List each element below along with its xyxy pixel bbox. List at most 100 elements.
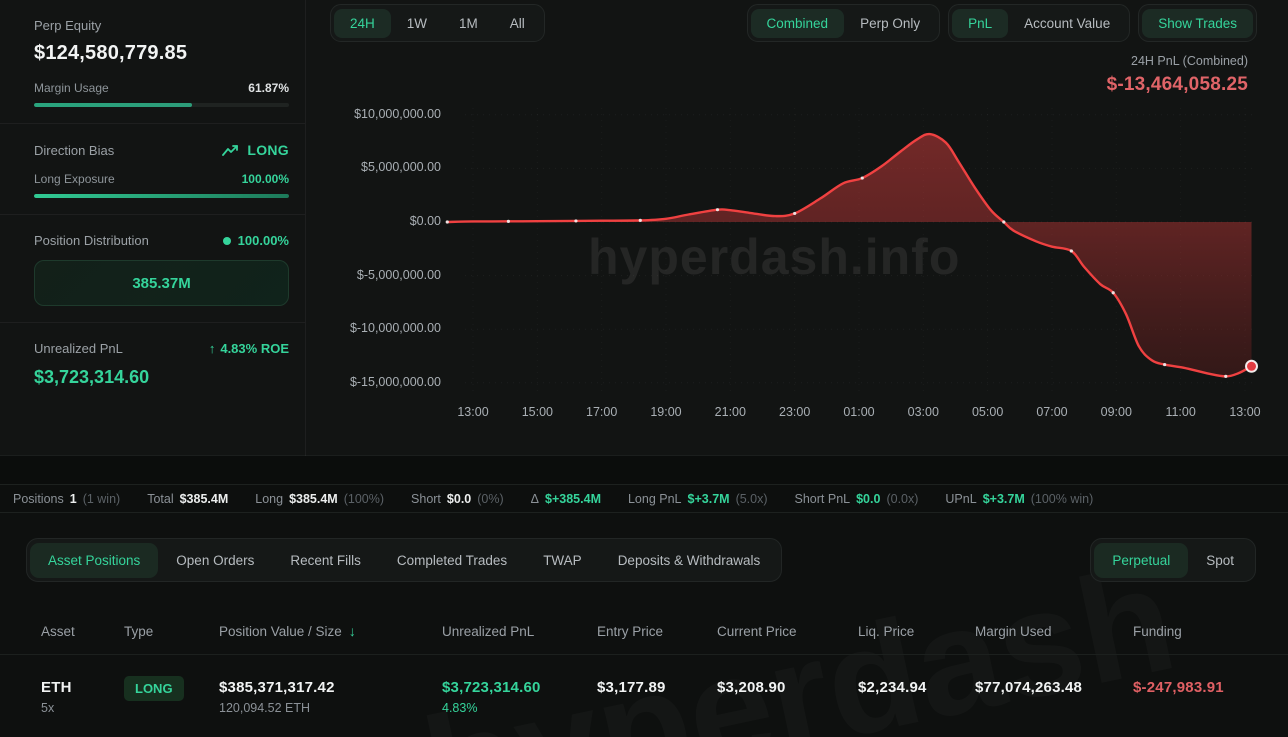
funding-value: $-247,983.91 bbox=[1133, 679, 1288, 696]
tab-completed-trades[interactable]: Completed Trades bbox=[379, 543, 525, 578]
asset-positions-table: Asset Type Position Value / Size ↓ Unrea… bbox=[0, 608, 1288, 737]
margin-usage-label: Margin Usage bbox=[34, 81, 109, 95]
y-axis-label: $-10,000,000.00 bbox=[341, 321, 441, 335]
position-distribution-box[interactable]: 385.37M bbox=[34, 260, 289, 306]
mode-tab-perp-only[interactable]: Perp Only bbox=[844, 9, 936, 38]
tab-recent-fills[interactable]: Recent Fills bbox=[272, 543, 379, 578]
perp-equity-value: $124,580,779.85 bbox=[34, 42, 289, 65]
col-funding: Funding bbox=[1133, 624, 1288, 639]
y-axis-label: $-5,000,000.00 bbox=[341, 268, 441, 282]
cell-position-value: $385,371,317.42 120,094.52 ETH bbox=[219, 655, 442, 737]
x-axis-label: 03:00 bbox=[893, 405, 953, 419]
col-type: Type bbox=[124, 624, 219, 639]
row-unrealized-pnl-pct: 4.83% bbox=[442, 701, 597, 715]
time-range-group: 24H 1W 1M All bbox=[330, 4, 545, 42]
cell-margin-used: $77,074,263.48 bbox=[975, 655, 1133, 737]
metric-tab-pnl[interactable]: PnL bbox=[952, 9, 1008, 38]
positions-tabs-row: Asset Positions Open Orders Recent Fills… bbox=[26, 538, 1256, 582]
x-axis-label: 17:00 bbox=[572, 405, 632, 419]
positions-panel: hyperdash Asset Positions Open Orders Re… bbox=[0, 513, 1288, 737]
positions-tabs-group: Asset Positions Open Orders Recent Fills… bbox=[26, 538, 782, 582]
perp-equity-section: Perp Equity $124,580,779.85 Margin Usage… bbox=[0, 0, 305, 124]
direction-bias-section: Direction Bias LONG Long Exposure 100.00… bbox=[0, 124, 305, 215]
position-value: $385,371,317.42 bbox=[219, 679, 442, 696]
sort-desc-icon[interactable]: ↓ bbox=[349, 623, 356, 639]
cell-unrealized-pnl: $3,723,314.60 4.83% bbox=[442, 655, 597, 737]
roe-up-arrow-icon: ↑ bbox=[209, 341, 216, 356]
margin-usage-bar bbox=[34, 103, 289, 107]
distribution-dot-icon bbox=[223, 237, 231, 245]
position-distribution-amount: 385.37M bbox=[132, 275, 190, 292]
tab-deposits-withdrawals[interactable]: Deposits & Withdrawals bbox=[600, 543, 779, 578]
tab-twap[interactable]: TWAP bbox=[525, 543, 600, 578]
summary-stat: Long PnL$+3.7M(5.0x) bbox=[628, 492, 768, 506]
long-badge: LONG bbox=[124, 676, 184, 701]
market-tab-spot[interactable]: Spot bbox=[1188, 543, 1252, 578]
range-tab-all[interactable]: All bbox=[494, 9, 541, 38]
table-row[interactable]: ETH 5x LONG $385,371,317.42 120,094.52 E… bbox=[0, 654, 1288, 737]
summary-stat: Δ$+385.4M bbox=[531, 492, 601, 506]
asset-symbol: ETH bbox=[41, 679, 124, 696]
mode-tab-combined[interactable]: Combined bbox=[751, 9, 845, 38]
current-price: $3,208.90 bbox=[717, 679, 858, 696]
col-current-price: Current Price bbox=[717, 624, 858, 639]
x-axis-label: 07:00 bbox=[1022, 405, 1082, 419]
col-liq-price: Liq. Price bbox=[858, 624, 975, 639]
market-tab-perpetual[interactable]: Perpetual bbox=[1094, 543, 1188, 578]
perp-equity-label: Perp Equity bbox=[34, 18, 289, 33]
col-unrealized-pnl: Unrealized PnL bbox=[442, 624, 597, 639]
tab-open-orders[interactable]: Open Orders bbox=[158, 543, 272, 578]
range-tab-24h[interactable]: 24H bbox=[334, 9, 391, 38]
show-trades-button[interactable]: Show Trades bbox=[1142, 9, 1253, 38]
y-axis-label: $5,000,000.00 bbox=[341, 160, 441, 174]
col-position-value-size[interactable]: Position Value / Size ↓ bbox=[219, 623, 442, 639]
range-tab-1m[interactable]: 1M bbox=[443, 9, 494, 38]
pnl-chart[interactable]: hyperdash.info $10,000,000.00$5,000,000.… bbox=[338, 100, 1288, 430]
margin-usage-value: 61.87% bbox=[248, 81, 289, 95]
dashboard-page: Perp Equity $124,580,779.85 Margin Usage… bbox=[0, 0, 1288, 737]
trend-up-icon bbox=[222, 144, 240, 157]
x-axis-label: 11:00 bbox=[1151, 405, 1211, 419]
x-axis-label: 23:00 bbox=[765, 405, 825, 419]
cell-current-price: $3,208.90 bbox=[717, 655, 858, 737]
unrealized-pnl-label: Unrealized PnL bbox=[34, 341, 123, 356]
range-tab-1w[interactable]: 1W bbox=[391, 9, 443, 38]
x-axis-label: 15:00 bbox=[507, 405, 567, 419]
pnl-line-chart-svg bbox=[338, 100, 1288, 412]
direction-bias-value: LONG bbox=[247, 142, 289, 158]
stats-sidebar: Perp Equity $124,580,779.85 Margin Usage… bbox=[0, 0, 306, 456]
col-asset: Asset bbox=[41, 624, 124, 639]
margin-usage-fill bbox=[34, 103, 192, 107]
x-axis-label: 19:00 bbox=[636, 405, 696, 419]
col-entry-price: Entry Price bbox=[597, 624, 717, 639]
x-axis-label: 13:00 bbox=[1215, 405, 1275, 419]
x-axis-label: 05:00 bbox=[958, 405, 1018, 419]
long-exposure-value: 100.00% bbox=[242, 172, 289, 186]
mode-toggle-group: Combined Perp Only bbox=[747, 4, 941, 42]
position-distribution-label: Position Distribution bbox=[34, 233, 149, 248]
show-trades-button-wrap: Show Trades bbox=[1138, 4, 1257, 42]
portfolio-overview-card: Perp Equity $124,580,779.85 Margin Usage… bbox=[0, 0, 1288, 456]
cell-type: LONG bbox=[124, 655, 219, 737]
tab-asset-positions[interactable]: Asset Positions bbox=[30, 543, 158, 578]
summary-stat: Positions1(1 win) bbox=[13, 492, 120, 506]
metric-tab-account-value[interactable]: Account Value bbox=[1008, 9, 1126, 38]
unrealized-pnl-value: $3,723,314.60 bbox=[34, 367, 289, 388]
chart-title: 24H PnL (Combined) bbox=[1107, 54, 1248, 68]
summary-stat: Total$385.4M bbox=[147, 492, 228, 506]
chart-pnl-value: $-13,464,058.25 bbox=[1107, 74, 1248, 96]
long-exposure-bar bbox=[34, 194, 289, 198]
summary-stat: UPnL$+3.7M(100% win) bbox=[945, 492, 1093, 506]
positions-summary: Positions1(1 win)Total$385.4MLong$385.4M… bbox=[0, 484, 1288, 513]
direction-bias-label: Direction Bias bbox=[34, 143, 114, 158]
x-axis-label: 13:00 bbox=[443, 405, 503, 419]
position-size: 120,094.52 ETH bbox=[219, 701, 442, 715]
summary-stat: Short$0.0(0%) bbox=[411, 492, 504, 506]
row-unrealized-pnl: $3,723,314.60 bbox=[442, 679, 597, 696]
col-margin-used: Margin Used bbox=[975, 624, 1133, 639]
long-exposure-fill bbox=[34, 194, 289, 198]
y-axis-label: $0.00 bbox=[341, 214, 441, 228]
cell-funding: $-247,983.91 bbox=[1133, 655, 1288, 737]
x-axis-label: 21:00 bbox=[700, 405, 760, 419]
long-exposure-label: Long Exposure bbox=[34, 172, 115, 186]
